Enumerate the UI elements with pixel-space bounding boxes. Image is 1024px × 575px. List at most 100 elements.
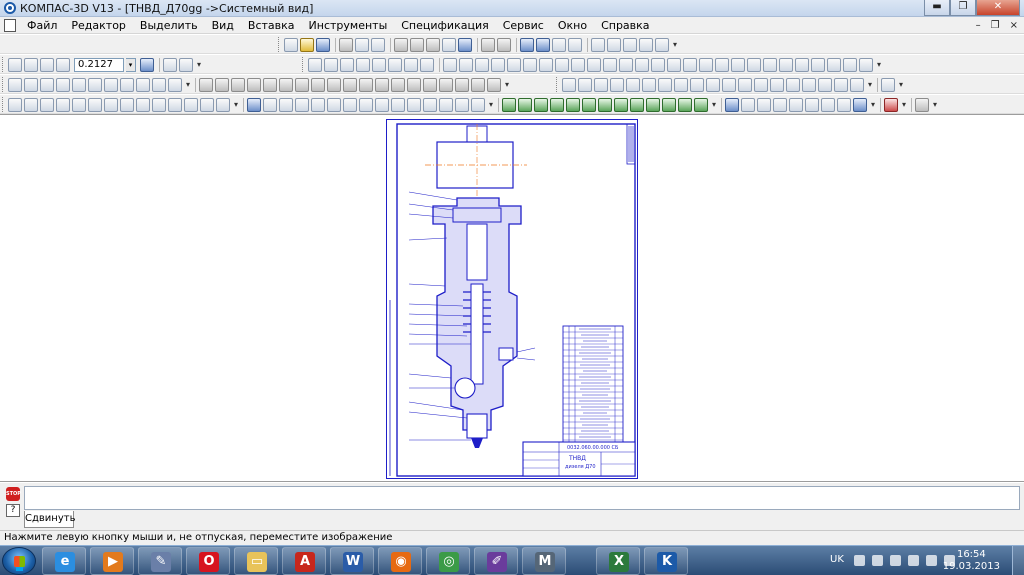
special-char-icon[interactable]	[683, 57, 697, 72]
text-size-icon[interactable]	[523, 57, 537, 72]
toolbar-grip[interactable]	[2, 77, 5, 92]
deform-icon[interactable]	[88, 77, 102, 92]
tray-app-icon[interactable]	[890, 555, 901, 566]
toolbar-more-chevron[interactable]: ▾	[875, 60, 883, 69]
text-style-icon[interactable]	[507, 57, 521, 72]
doc-restore-button[interactable]: ❐	[991, 17, 1000, 34]
snap-center-icon[interactable]	[610, 77, 624, 92]
magnet-snap-icon[interactable]	[884, 97, 898, 112]
green-view-icon[interactable]	[646, 97, 660, 112]
zoom-in-icon[interactable]	[24, 57, 38, 72]
leader-icon[interactable]	[343, 97, 357, 112]
cursor-point-icon[interactable]	[725, 97, 739, 112]
toolbar-more-chevron[interactable]: ▾	[487, 100, 495, 109]
green-detail-icon[interactable]	[630, 97, 644, 112]
tray-expand-icon[interactable]	[854, 555, 865, 566]
snap-end-icon[interactable]	[786, 77, 800, 92]
wave-line-icon[interactable]	[439, 77, 453, 92]
rough-symbol-icon[interactable]	[327, 97, 341, 112]
document-icon[interactable]	[4, 18, 16, 32]
align-center-icon[interactable]	[459, 57, 473, 72]
snap-normal-icon[interactable]	[658, 77, 672, 92]
attributes-icon[interactable]	[795, 57, 809, 72]
point-icon[interactable]	[199, 77, 213, 92]
snap-point-icon[interactable]	[754, 77, 768, 92]
taskbar-explorer-button[interactable]: e	[42, 547, 86, 575]
view-manager-icon[interactable]	[623, 37, 637, 52]
hatch-icon[interactable]	[359, 77, 373, 92]
manager-icon[interactable]	[458, 37, 472, 52]
grid-icon[interactable]	[324, 57, 338, 72]
show-all-icon[interactable]	[163, 57, 177, 72]
line-tool-icon[interactable]	[741, 97, 755, 112]
measure-panel-icon[interactable]	[88, 97, 102, 112]
pan-icon[interactable]	[140, 57, 154, 72]
center-mark-icon[interactable]	[837, 97, 851, 112]
toolbar-grip[interactable]	[2, 97, 5, 112]
corner-tool-icon[interactable]	[805, 97, 819, 112]
linear-dimension-icon[interactable]	[263, 97, 277, 112]
menu-editor[interactable]: Редактор	[64, 19, 133, 32]
snap-settings-icon[interactable]	[881, 77, 895, 92]
geometry-panel-icon[interactable]	[8, 97, 22, 112]
snap-midpoint-icon[interactable]	[578, 77, 592, 92]
align-justify-icon[interactable]	[491, 57, 505, 72]
taskbar-kompas-button[interactable]: K	[644, 547, 688, 575]
libraries-panel-icon[interactable]	[184, 97, 198, 112]
rectangle-icon[interactable]	[327, 77, 341, 92]
zoom-dropdown-icon[interactable]: ▾	[126, 57, 136, 72]
dimension-text-icon[interactable]	[699, 57, 713, 72]
text-italic-icon[interactable]	[555, 57, 569, 72]
plus-icon[interactable]	[915, 97, 929, 112]
drawing-workspace[interactable]: 0032.060.00.000 СБ ТНВД дизеля Д70	[0, 114, 1024, 482]
view-state-icon[interactable]	[404, 57, 418, 72]
position-leader-icon[interactable]	[359, 97, 373, 112]
zoom-scale-icon[interactable]	[56, 57, 70, 72]
start-button[interactable]	[2, 547, 36, 575]
toolbar-more-chevron[interactable]: ▾	[931, 100, 939, 109]
polyline-icon[interactable]	[311, 77, 325, 92]
align-right-icon[interactable]	[475, 57, 489, 72]
nurbs-icon[interactable]	[471, 77, 485, 92]
tree-icon[interactable]	[655, 37, 669, 52]
note-icon[interactable]	[731, 57, 745, 72]
refresh-icon[interactable]	[179, 57, 193, 72]
report-table-icon[interactable]	[859, 57, 873, 72]
snap-angle-icon[interactable]	[674, 77, 688, 92]
toolbar-more-chevron[interactable]: ▾	[671, 40, 679, 49]
stop-command-icon[interactable]: STOP	[6, 487, 21, 501]
break-icon[interactable]	[104, 77, 118, 92]
toolbar-grip[interactable]	[2, 57, 5, 72]
fragment-icon[interactable]	[763, 57, 777, 72]
extend-icon[interactable]	[136, 77, 150, 92]
menu-select[interactable]: Выделить	[133, 19, 205, 32]
table-insert-icon[interactable]	[471, 97, 485, 112]
green-frame-icon[interactable]	[566, 97, 580, 112]
snap-quadrant-icon[interactable]	[626, 77, 640, 92]
snap-extension-icon[interactable]	[722, 77, 736, 92]
menu-insert[interactable]: Вставка	[241, 19, 302, 32]
snap-intersection-icon[interactable]	[594, 77, 608, 92]
help-icon[interactable]: ?	[6, 504, 20, 517]
green-stack-icon[interactable]	[534, 97, 548, 112]
text-underline-icon[interactable]	[571, 57, 585, 72]
toolbar-more-chevron[interactable]: ▾	[184, 80, 192, 89]
magnet-icon[interactable]	[773, 97, 787, 112]
cut-icon[interactable]	[394, 37, 408, 52]
macro-icon[interactable]	[779, 57, 793, 72]
select-panel-icon[interactable]	[104, 97, 118, 112]
green-layer-icon[interactable]	[582, 97, 596, 112]
function-icon[interactable]	[552, 37, 566, 52]
table-icon[interactable]	[619, 57, 633, 72]
layer-state-icon[interactable]	[388, 57, 402, 72]
variables-table-icon[interactable]	[811, 57, 825, 72]
move-icon[interactable]	[8, 77, 22, 92]
symbol-icon[interactable]	[651, 57, 665, 72]
wand-icon[interactable]	[853, 97, 867, 112]
menu-window[interactable]: Окно	[551, 19, 594, 32]
tray-flag-icon[interactable]	[908, 555, 919, 566]
taskbar-firefox-button[interactable]: ◉	[378, 547, 422, 575]
equidistant-icon[interactable]	[391, 77, 405, 92]
snap-nearest-icon[interactable]	[562, 77, 576, 92]
axis-line-icon[interactable]	[439, 97, 453, 112]
